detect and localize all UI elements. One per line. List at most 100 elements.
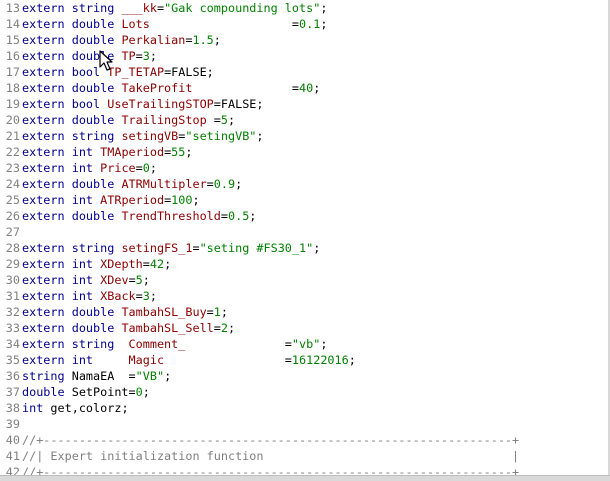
- code-line[interactable]: 33 extern double TambahSL_Sell=2;: [0, 320, 608, 336]
- code-text: extern bool UseTrailingSTOP=FALSE;: [22, 96, 264, 112]
- code-token: 0.5: [227, 209, 250, 223]
- code-line[interactable]: 21 extern string setingVB="setingVB";: [0, 128, 608, 144]
- code-token: extern int: [22, 289, 101, 303]
- code-token: ;: [320, 337, 328, 351]
- code-token: extern double: [22, 33, 122, 47]
- code-token: string: [22, 369, 72, 383]
- code-line[interactable]: 27: [0, 224, 608, 240]
- code-line[interactable]: 24 extern double ATRMultipler=0.9;: [0, 176, 608, 192]
- code-line[interactable]: 31 extern int XBack=3;: [0, 288, 608, 304]
- code-line[interactable]: 29 extern int XDepth=42;: [0, 256, 608, 272]
- line-number: 19: [5, 97, 20, 111]
- code-line[interactable]: 41//| Expert initialization function |: [0, 448, 608, 464]
- code-token: ;: [149, 289, 157, 303]
- code-token: ;: [249, 209, 257, 223]
- code-token: extern int: [22, 161, 101, 175]
- line-number: 18: [5, 81, 20, 95]
- code-token: ;: [320, 1, 328, 15]
- code-text: //+-------------------------------------…: [22, 432, 519, 448]
- code-token: TambahSL_Sell: [121, 321, 214, 335]
- code-token: extern double: [22, 113, 122, 127]
- code-line[interactable]: 35 extern int Magic =16122016;: [0, 352, 608, 368]
- code-line[interactable]: 25 extern int ATRperiod=100;: [0, 192, 608, 208]
- code-text: double SetPoint=0;: [22, 384, 150, 400]
- code-token: ;: [164, 257, 172, 271]
- line-number: 25: [5, 193, 20, 207]
- line-number: 14: [5, 17, 20, 31]
- line-number: 17: [5, 65, 20, 79]
- code-token: UseTrailingSTOP: [107, 97, 214, 111]
- code-token: 0: [135, 385, 143, 399]
- code-token: 42: [149, 257, 165, 271]
- code-line[interactable]: 40//+-----------------------------------…: [0, 432, 608, 448]
- code-token: ATRMultipler: [121, 177, 207, 191]
- code-line[interactable]: 23 extern int Price=0;: [0, 160, 608, 176]
- code-token: XDev: [100, 273, 129, 287]
- code-token: Comment_: [128, 337, 186, 351]
- code-line[interactable]: 34 extern string Comment_ ="vb";: [0, 336, 608, 352]
- code-text: extern int TMAperiod=55;: [22, 144, 193, 160]
- line-number: 40: [5, 433, 20, 447]
- code-text: extern bool TP_TETAP=FALSE;: [22, 64, 214, 80]
- code-token: ;: [185, 145, 193, 159]
- code-text: extern string Comment_ ="vb";: [22, 336, 327, 352]
- code-token: =: [206, 305, 214, 319]
- code-text: extern double Perkalian=1.5;: [22, 32, 221, 48]
- code-line[interactable]: 13 extern string ___kk="Gak compounding l…: [0, 0, 608, 16]
- code-token: =: [192, 241, 200, 255]
- code-line[interactable]: 39: [0, 416, 608, 432]
- line-number: 41: [5, 449, 20, 463]
- code-token: 40: [299, 81, 314, 95]
- code-token: TP_TETAP: [107, 65, 165, 79]
- code-token: 1.5: [192, 33, 214, 47]
- code-line[interactable]: 38 int get,colorz;: [0, 400, 608, 416]
- line-number: 20: [5, 113, 20, 127]
- code-token: ;: [228, 321, 236, 335]
- code-token: ;: [213, 33, 221, 47]
- code-line[interactable]: 16 extern double TP=3;: [0, 48, 608, 64]
- code-token: =: [192, 81, 300, 95]
- code-token: 5: [135, 273, 143, 287]
- code-text: extern int XBack=3;: [22, 288, 157, 304]
- code-line[interactable]: 37 double SetPoint=0;: [0, 384, 608, 400]
- line-number: 15: [5, 33, 20, 47]
- code-token: =: [156, 1, 165, 15]
- code-token: =: [206, 113, 221, 127]
- code-token: NamaEA =: [71, 369, 136, 383]
- code-token: =: [213, 321, 221, 335]
- code-token: 0: [142, 161, 150, 175]
- line-number: 26: [5, 209, 20, 223]
- code-text: extern double TP=3;: [22, 48, 157, 64]
- code-line[interactable]: 18 extern double TakeProfit =40;: [0, 80, 608, 96]
- code-line[interactable]: 19 extern bool UseTrailingSTOP=FALSE;: [0, 96, 608, 112]
- code-token: =: [128, 273, 136, 287]
- code-text: extern string ___kk="Gak compounding lot…: [22, 0, 327, 16]
- code-token: int: [22, 401, 51, 415]
- code-token: "seting #FS30_1": [199, 241, 314, 255]
- code-token: setingVB: [121, 129, 179, 143]
- code-line[interactable]: 17 extern bool TP_TETAP=FALSE;: [0, 64, 608, 80]
- code-token: =: [149, 17, 300, 31]
- code-line[interactable]: 28 extern string setingFS_1="seting #FS30…: [0, 240, 608, 256]
- code-token: 3: [142, 49, 150, 63]
- code-line[interactable]: 26 extern double TrendThreshold=0.5;: [0, 208, 608, 224]
- code-line[interactable]: 14 extern double Lots =0.1;: [0, 16, 608, 32]
- code-token: =: [135, 49, 143, 63]
- code-token: //| Expert initialization function |: [22, 449, 520, 463]
- code-token: ;: [142, 385, 150, 399]
- code-token: extern double: [22, 305, 122, 319]
- code-line[interactable]: 15 extern double Perkalian=1.5;: [0, 32, 608, 48]
- code-token: extern string: [22, 241, 122, 255]
- code-line[interactable]: 36 string NamaEA ="VB";: [0, 368, 608, 384]
- code-line[interactable]: 20 extern double TrailingStop =5;: [0, 112, 608, 128]
- code-editor[interactable]: 13 extern string ___kk="Gak compounding l…: [0, 0, 608, 476]
- code-line[interactable]: 22 extern int TMAperiod=55;: [0, 144, 608, 160]
- horizontal-scrollbar[interactable]: [0, 475, 610, 481]
- line-number: 13: [5, 1, 20, 15]
- code-token: ;: [149, 49, 157, 63]
- code-text: extern string setingFS_1="seting #FS30_1…: [22, 240, 320, 256]
- code-line[interactable]: 32 extern double TambahSL_Buy=1;: [0, 304, 608, 320]
- code-line[interactable]: 30 extern int XDev=5;: [0, 272, 608, 288]
- code-token: ;: [320, 17, 328, 31]
- line-number: 35: [5, 353, 20, 367]
